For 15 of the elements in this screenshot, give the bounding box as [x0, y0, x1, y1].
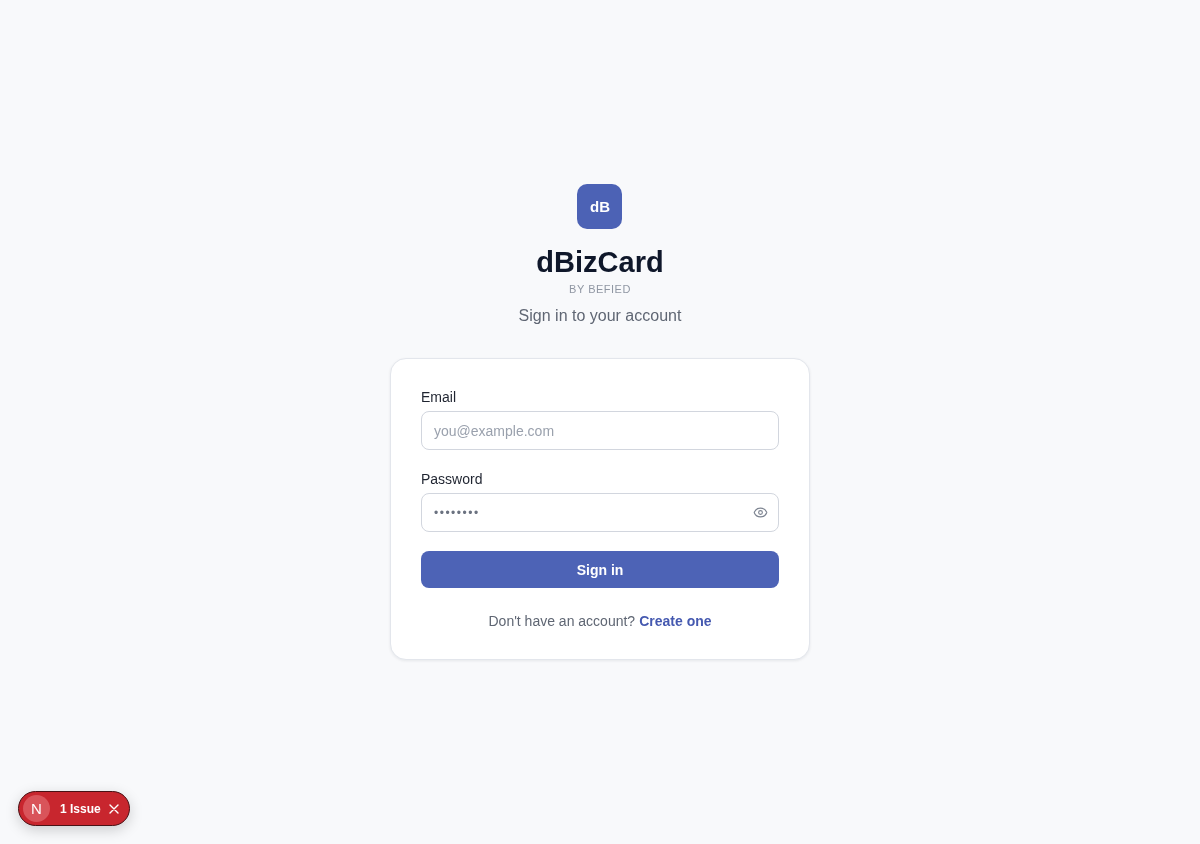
- email-field[interactable]: you@example.com: [421, 411, 779, 450]
- field-label: Password: [421, 470, 484, 489]
- app-title: dBizCard: [536, 245, 664, 279]
- eye-icon[interactable]: [753, 505, 768, 520]
- sign-in-subtitle: Sign in to your account: [518, 306, 682, 326]
- issue-count[interactable]: 1 Issue: [58, 801, 101, 816]
- field-label: Email: [421, 388, 457, 407]
- password-field[interactable]: ••••••••: [421, 493, 779, 532]
- badge-logo[interactable]: N: [23, 795, 50, 822]
- footer-text: Don't have an account?: [488, 612, 636, 631]
- tagline: BY BEFIED: [569, 282, 631, 297]
- logo-tile: dB: [577, 184, 623, 229]
- close-icon[interactable]: [108, 803, 119, 814]
- create-account-link[interactable]: Create one: [639, 611, 712, 631]
- sign-in-button[interactable]: Sign in: [421, 551, 779, 588]
